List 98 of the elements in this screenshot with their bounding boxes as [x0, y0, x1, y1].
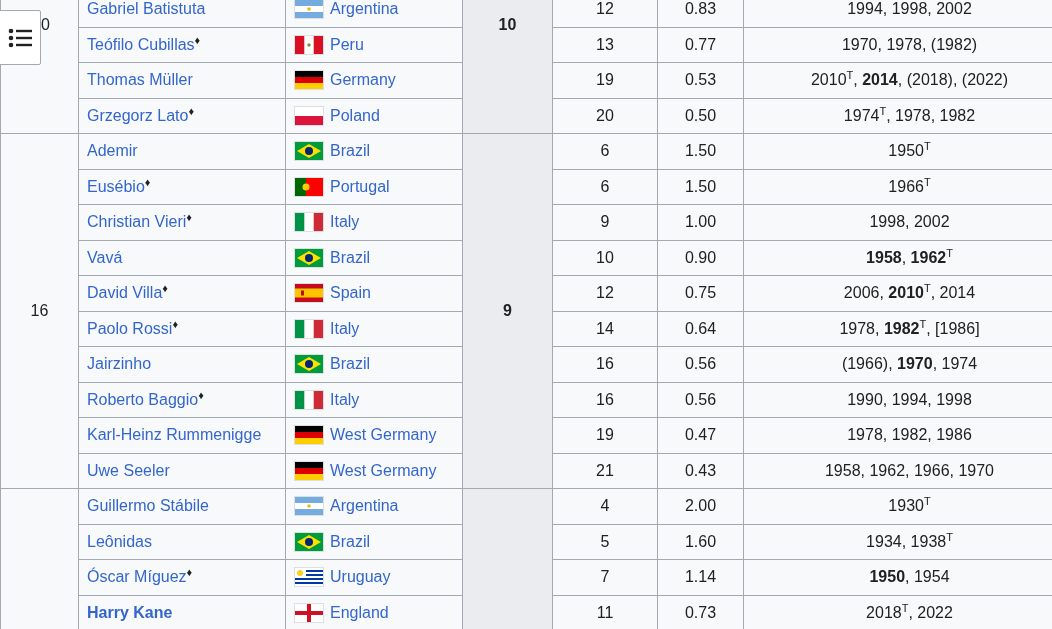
average-cell: 0.50 [684, 106, 717, 124]
flag-icon [294, 354, 324, 375]
flag-icon [294, 425, 324, 446]
country-link[interactable]: Portugal [330, 177, 390, 196]
country-link[interactable]: Poland [330, 106, 380, 125]
flag-icon [294, 70, 324, 91]
years-cell: 1934, 1938$^{T}$ [866, 532, 953, 550]
average-cell: 2.00 [684, 497, 717, 515]
flag-icon [294, 602, 324, 623]
years-cell: 1990, 1994, 1998 [847, 390, 972, 408]
matches-cell: 19 [596, 426, 614, 444]
average-cell: 1.14 [684, 568, 717, 586]
country-link[interactable]: Brazil [330, 248, 370, 267]
goals-cell: 10 [498, 16, 517, 33]
rank-cell: 16 [30, 302, 49, 319]
matches-cell: 4 [600, 497, 610, 515]
matches-cell: 16 [596, 390, 614, 408]
average-cell: 1.50 [684, 177, 717, 195]
player-link[interactable]: Ademir [87, 142, 138, 160]
player-link[interactable]: Jairzinho [87, 355, 152, 373]
matches-cell: 21 [596, 461, 614, 479]
flag-icon [294, 176, 324, 197]
contents-button[interactable] [0, 10, 41, 65]
country-link[interactable]: Uruguay [330, 568, 391, 587]
goals-cell: 9 [503, 302, 512, 319]
years-cell: 1958, 1962, 1966, 1970 [824, 461, 994, 479]
matches-cell: 16 [596, 355, 614, 373]
years-cell: (1966), 1970, 1974 [841, 355, 978, 373]
matches-cell: 7 [600, 568, 610, 586]
average-cell: 0.73 [684, 603, 717, 621]
country-link[interactable]: Italy [330, 390, 360, 409]
matches-cell: 6 [600, 142, 610, 160]
average-cell: 0.53 [684, 71, 717, 89]
flag-icon [294, 496, 324, 517]
years-cell: 1966$^{T}$ [888, 177, 931, 195]
player-link[interactable]: David Villa$^{♦}$ [87, 284, 168, 302]
country-link[interactable]: Brazil [330, 355, 370, 374]
average-cell: 1.60 [684, 532, 717, 550]
average-cell: 0.43 [684, 461, 717, 479]
years-cell: 1974$^{T}$, 1978, 1982 [843, 106, 976, 124]
matches-cell: 9 [600, 213, 610, 231]
years-cell: 1930$^{T}$ [888, 497, 931, 515]
country-link[interactable]: Germany [330, 71, 396, 90]
matches-cell: 13 [596, 35, 614, 53]
country-link[interactable]: Brazil [330, 142, 370, 161]
matches-cell: 14 [596, 319, 614, 337]
country-link[interactable]: England [330, 603, 389, 622]
years-cell: 1950$^{T}$ [888, 142, 931, 160]
average-cell: 0.90 [684, 248, 717, 266]
rank-cell: 0 [41, 16, 50, 33]
player-link[interactable]: Vavá [87, 248, 123, 266]
matches-cell: 6 [600, 177, 610, 195]
country-link[interactable]: Italy [330, 213, 360, 232]
years-cell: 1994, 1998, 2002 [847, 0, 972, 18]
average-cell: 0.64 [684, 319, 717, 337]
menu-icon [7, 27, 32, 48]
years-cell: 1978, 1982, 1986 [847, 426, 972, 444]
average-cell: 1.00 [684, 213, 717, 231]
player-link[interactable]: Eusébio$^{♦}$ [87, 177, 151, 195]
player-link[interactable]: Leônidas [87, 532, 152, 550]
matches-cell: 20 [596, 106, 614, 124]
flag-icon [294, 212, 324, 233]
flag-icon [294, 247, 324, 268]
years-cell: 1970, 1978, (1982) [841, 35, 978, 53]
flag-icon [294, 141, 324, 162]
years-cell: 2010$^{T}$, 2014, (2018), (2022) [810, 71, 1009, 89]
player-link[interactable]: Uwe Seeler [87, 461, 170, 479]
flag-icon [294, 531, 324, 552]
years-cell: 1978, 1982$^{T}$, [1986] [839, 319, 980, 337]
years-cell: 1958, 1962$^{T}$ [866, 248, 953, 266]
years-cell: 1998, 2002 [869, 213, 950, 231]
average-cell: 1.50 [684, 142, 717, 160]
years-cell: 1950, 1954 [869, 568, 950, 586]
country-link[interactable]: Spain [330, 284, 371, 303]
matches-cell: 19 [596, 71, 614, 89]
matches-cell: 12 [596, 284, 614, 302]
country-link[interactable]: Brazil [330, 532, 370, 551]
flag-icon [294, 283, 324, 304]
flag-icon [294, 460, 324, 481]
average-cell: 0.56 [684, 355, 717, 373]
matches-cell: 11 [596, 603, 614, 621]
flag-icon [294, 318, 324, 339]
country-link[interactable]: Peru [330, 35, 364, 54]
average-cell: 0.56 [684, 390, 717, 408]
average-cell: 0.77 [684, 35, 717, 53]
average-cell: 0.47 [684, 426, 717, 444]
flag-icon [294, 389, 324, 410]
matches-cell: 12 [596, 0, 614, 18]
average-cell: 0.75 [684, 284, 717, 302]
flag-icon [294, 105, 324, 126]
matches-cell: 10 [596, 248, 614, 266]
years-cell: 2018$^{T}$, 2022 [866, 603, 953, 621]
average-cell: 0.83 [684, 0, 717, 18]
flag-icon [294, 34, 324, 55]
flag-icon [294, 567, 324, 588]
country-link[interactable]: Italy [330, 319, 360, 338]
matches-cell: 5 [600, 532, 610, 550]
years-cell: 2006, 2010$^{T}$, 2014 [843, 284, 976, 302]
